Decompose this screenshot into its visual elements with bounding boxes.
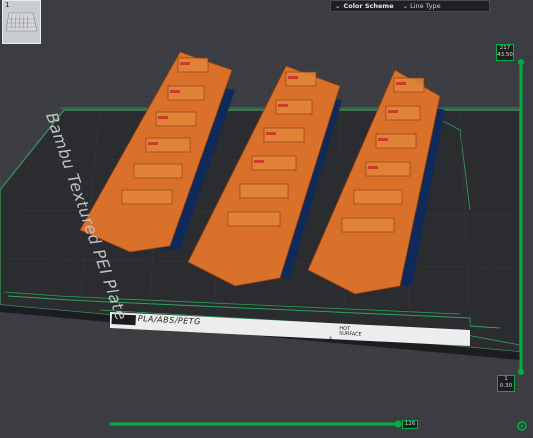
hot-surface-label-2: SURFACE	[338, 330, 362, 338]
top-layer-number: 217	[499, 45, 511, 51]
bottom-layer-indicator[interactable]: 1 0.30	[497, 375, 515, 392]
bottom-layer-height: 0.30	[499, 383, 513, 389]
horizontal-slider-value: 126	[402, 420, 418, 429]
hot-surface-warning: ⚠ HOT SURFACE	[327, 326, 388, 348]
color-scheme-select[interactable]: ⌄ Line Type	[403, 2, 441, 10]
3d-viewport[interactable]: 1 ⌄ Color Scheme ⌄ Line Type Bambu Texture…	[0, 0, 533, 436]
plate-thumbnail-image	[5, 12, 38, 32]
top-layer-height: 43.50	[497, 52, 513, 58]
bottom-layer-number: 1	[504, 376, 508, 382]
color-scheme-panel[interactable]: ⌄ Color Scheme ⌄ Line Type	[330, 0, 490, 12]
top-layer-indicator[interactable]: 217 43.50	[496, 44, 514, 61]
plate-thumbnail[interactable]: 1	[2, 0, 41, 44]
collapse-chevron-icon[interactable]: ⌄	[335, 2, 340, 10]
settings-gear-icon[interactable]	[513, 418, 531, 434]
color-scheme-value: Line Type	[410, 2, 441, 10]
color-scheme-label: Color Scheme	[343, 2, 394, 10]
warning-icon: ⚠	[327, 334, 334, 344]
